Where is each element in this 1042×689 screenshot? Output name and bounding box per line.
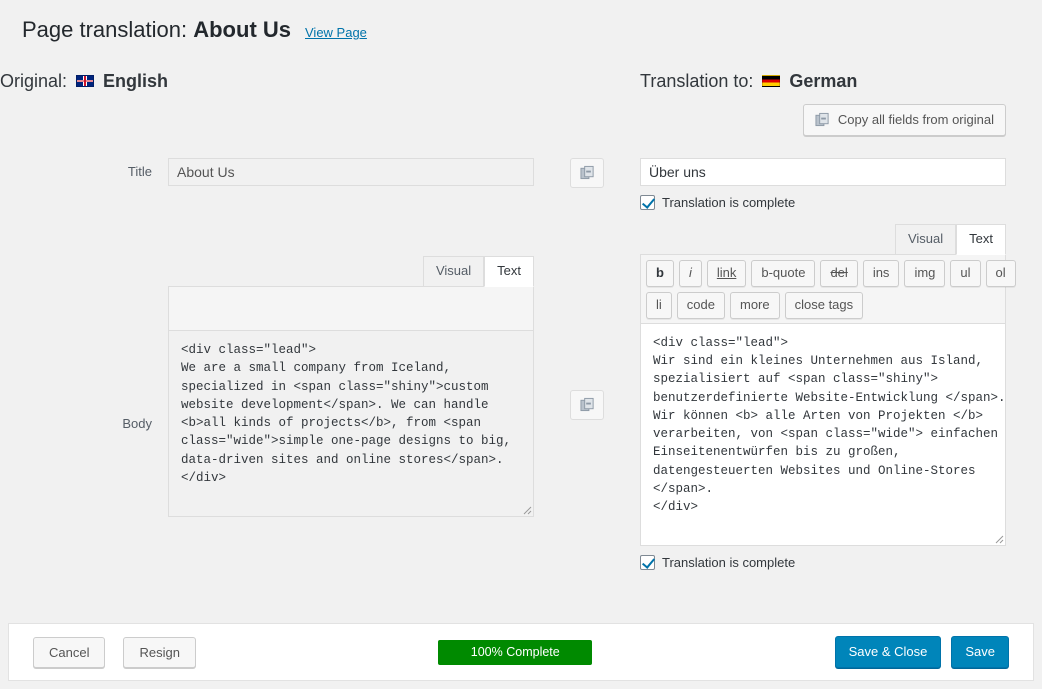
copy-icon xyxy=(580,165,595,180)
original-body-wrap xyxy=(169,331,533,516)
title-copy-cell xyxy=(534,158,640,210)
original-body-textarea xyxy=(169,331,533,516)
page-title-name: About Us xyxy=(193,17,291,42)
copy-icon xyxy=(815,112,830,127)
footer-progress-group: 100% Complete xyxy=(196,640,835,665)
progress-bar-label: 100% Complete xyxy=(438,640,592,665)
translation-toolbar: b i link b-quote del ins img ul ol li co… xyxy=(641,255,1005,324)
quicktag-b[interactable]: b xyxy=(646,260,674,287)
quicktag-ins[interactable]: ins xyxy=(863,260,900,287)
original-heading-label: Original: xyxy=(0,71,67,92)
translation-title-complete-row: Translation is complete xyxy=(640,195,1006,210)
translation-editor: b i link b-quote del ins img ul ol li co… xyxy=(640,254,1006,546)
translation-tab-text[interactable]: Text xyxy=(956,224,1006,255)
flag-gb-icon xyxy=(76,75,94,87)
original-editor xyxy=(168,286,534,517)
flag-de-icon xyxy=(762,75,780,87)
quicktag-ol[interactable]: ol xyxy=(986,260,1016,287)
view-page-link[interactable]: View Page xyxy=(305,25,367,40)
cancel-button[interactable]: Cancel xyxy=(33,637,105,668)
translation-editor-tabs: Visual Text xyxy=(640,224,1006,255)
translation-body-wrap xyxy=(641,324,1005,545)
translation-language-heading: Translation to: German xyxy=(640,71,1006,92)
page-title: Page translation: About Us xyxy=(22,16,291,45)
translation-language-name: German xyxy=(789,71,857,92)
quicktag-code[interactable]: code xyxy=(677,292,725,319)
translation-title-complete-label: Translation is complete xyxy=(662,195,795,210)
title-row-label: Title xyxy=(0,158,168,210)
quicktag-more[interactable]: more xyxy=(730,292,780,319)
translation-heading-label: Translation to: xyxy=(640,71,753,92)
quicktag-b-quote[interactable]: b-quote xyxy=(751,260,815,287)
quicktag-img[interactable]: img xyxy=(904,260,945,287)
save-button[interactable]: Save xyxy=(951,636,1009,669)
quicktag-li[interactable]: li xyxy=(646,292,672,319)
original-language-name: English xyxy=(103,71,168,92)
copy-body-button[interactable] xyxy=(570,390,604,420)
translation-body-cell: Visual Text b i link b-quote del ins img… xyxy=(640,224,1006,570)
body-row-label: Body xyxy=(0,256,168,570)
translation-tab-visual[interactable]: Visual xyxy=(895,224,956,255)
quicktag-del[interactable]: del xyxy=(820,260,857,287)
footer-right-group: Save & Close Save xyxy=(835,636,1009,669)
footer-action-bar: Cancel Resign 100% Complete Save & Close… xyxy=(8,623,1034,681)
quicktag-i[interactable]: i xyxy=(679,260,702,287)
translation-title-complete-checkbox[interactable] xyxy=(640,195,655,210)
translation-body-textarea[interactable] xyxy=(641,324,1005,545)
quicktag-row-2: li code more close tags xyxy=(646,292,1000,319)
translation-title-input[interactable] xyxy=(640,158,1006,186)
body-copy-cell xyxy=(534,256,640,570)
copy-all-fields-label: Copy all fields from original xyxy=(838,111,994,129)
save-and-close-button[interactable]: Save & Close xyxy=(835,636,942,669)
original-title-input xyxy=(168,158,534,186)
translation-grid: Original: English Translation to: German… xyxy=(0,71,1042,570)
original-tab-text[interactable]: Text xyxy=(484,256,534,287)
quicktag-close-tags[interactable]: close tags xyxy=(785,292,864,319)
copy-icon xyxy=(580,397,595,412)
translation-body-complete-label: Translation is complete xyxy=(662,555,795,570)
footer-left-group: Cancel Resign xyxy=(33,637,196,668)
copy-title-button[interactable] xyxy=(570,158,604,188)
copy-all-row: Copy all fields from original xyxy=(640,104,1006,136)
original-language-heading: Original: English xyxy=(0,71,534,92)
copy-all-fields-button[interactable]: Copy all fields from original xyxy=(803,104,1006,136)
quicktag-ul[interactable]: ul xyxy=(950,260,980,287)
original-body-cell: Visual Text xyxy=(168,256,534,570)
resign-button[interactable]: Resign xyxy=(123,637,195,668)
original-toolbar xyxy=(169,287,533,331)
progress-bar: 100% Complete xyxy=(438,640,592,665)
translation-title-cell: Translation is complete xyxy=(640,158,1006,210)
original-editor-tabs: Visual Text xyxy=(168,256,534,287)
translation-body-complete-row: Translation is complete xyxy=(640,555,1006,570)
quicktag-link[interactable]: link xyxy=(707,260,747,287)
page-title-prefix: Page translation: xyxy=(22,17,187,42)
translation-body-complete-checkbox[interactable] xyxy=(640,555,655,570)
original-tab-visual[interactable]: Visual xyxy=(423,256,484,287)
page-header: Page translation: About Us View Page xyxy=(0,0,1042,45)
quicktag-row-1: b i link b-quote del ins img ul ol xyxy=(646,260,1000,287)
original-title-cell xyxy=(168,158,534,210)
